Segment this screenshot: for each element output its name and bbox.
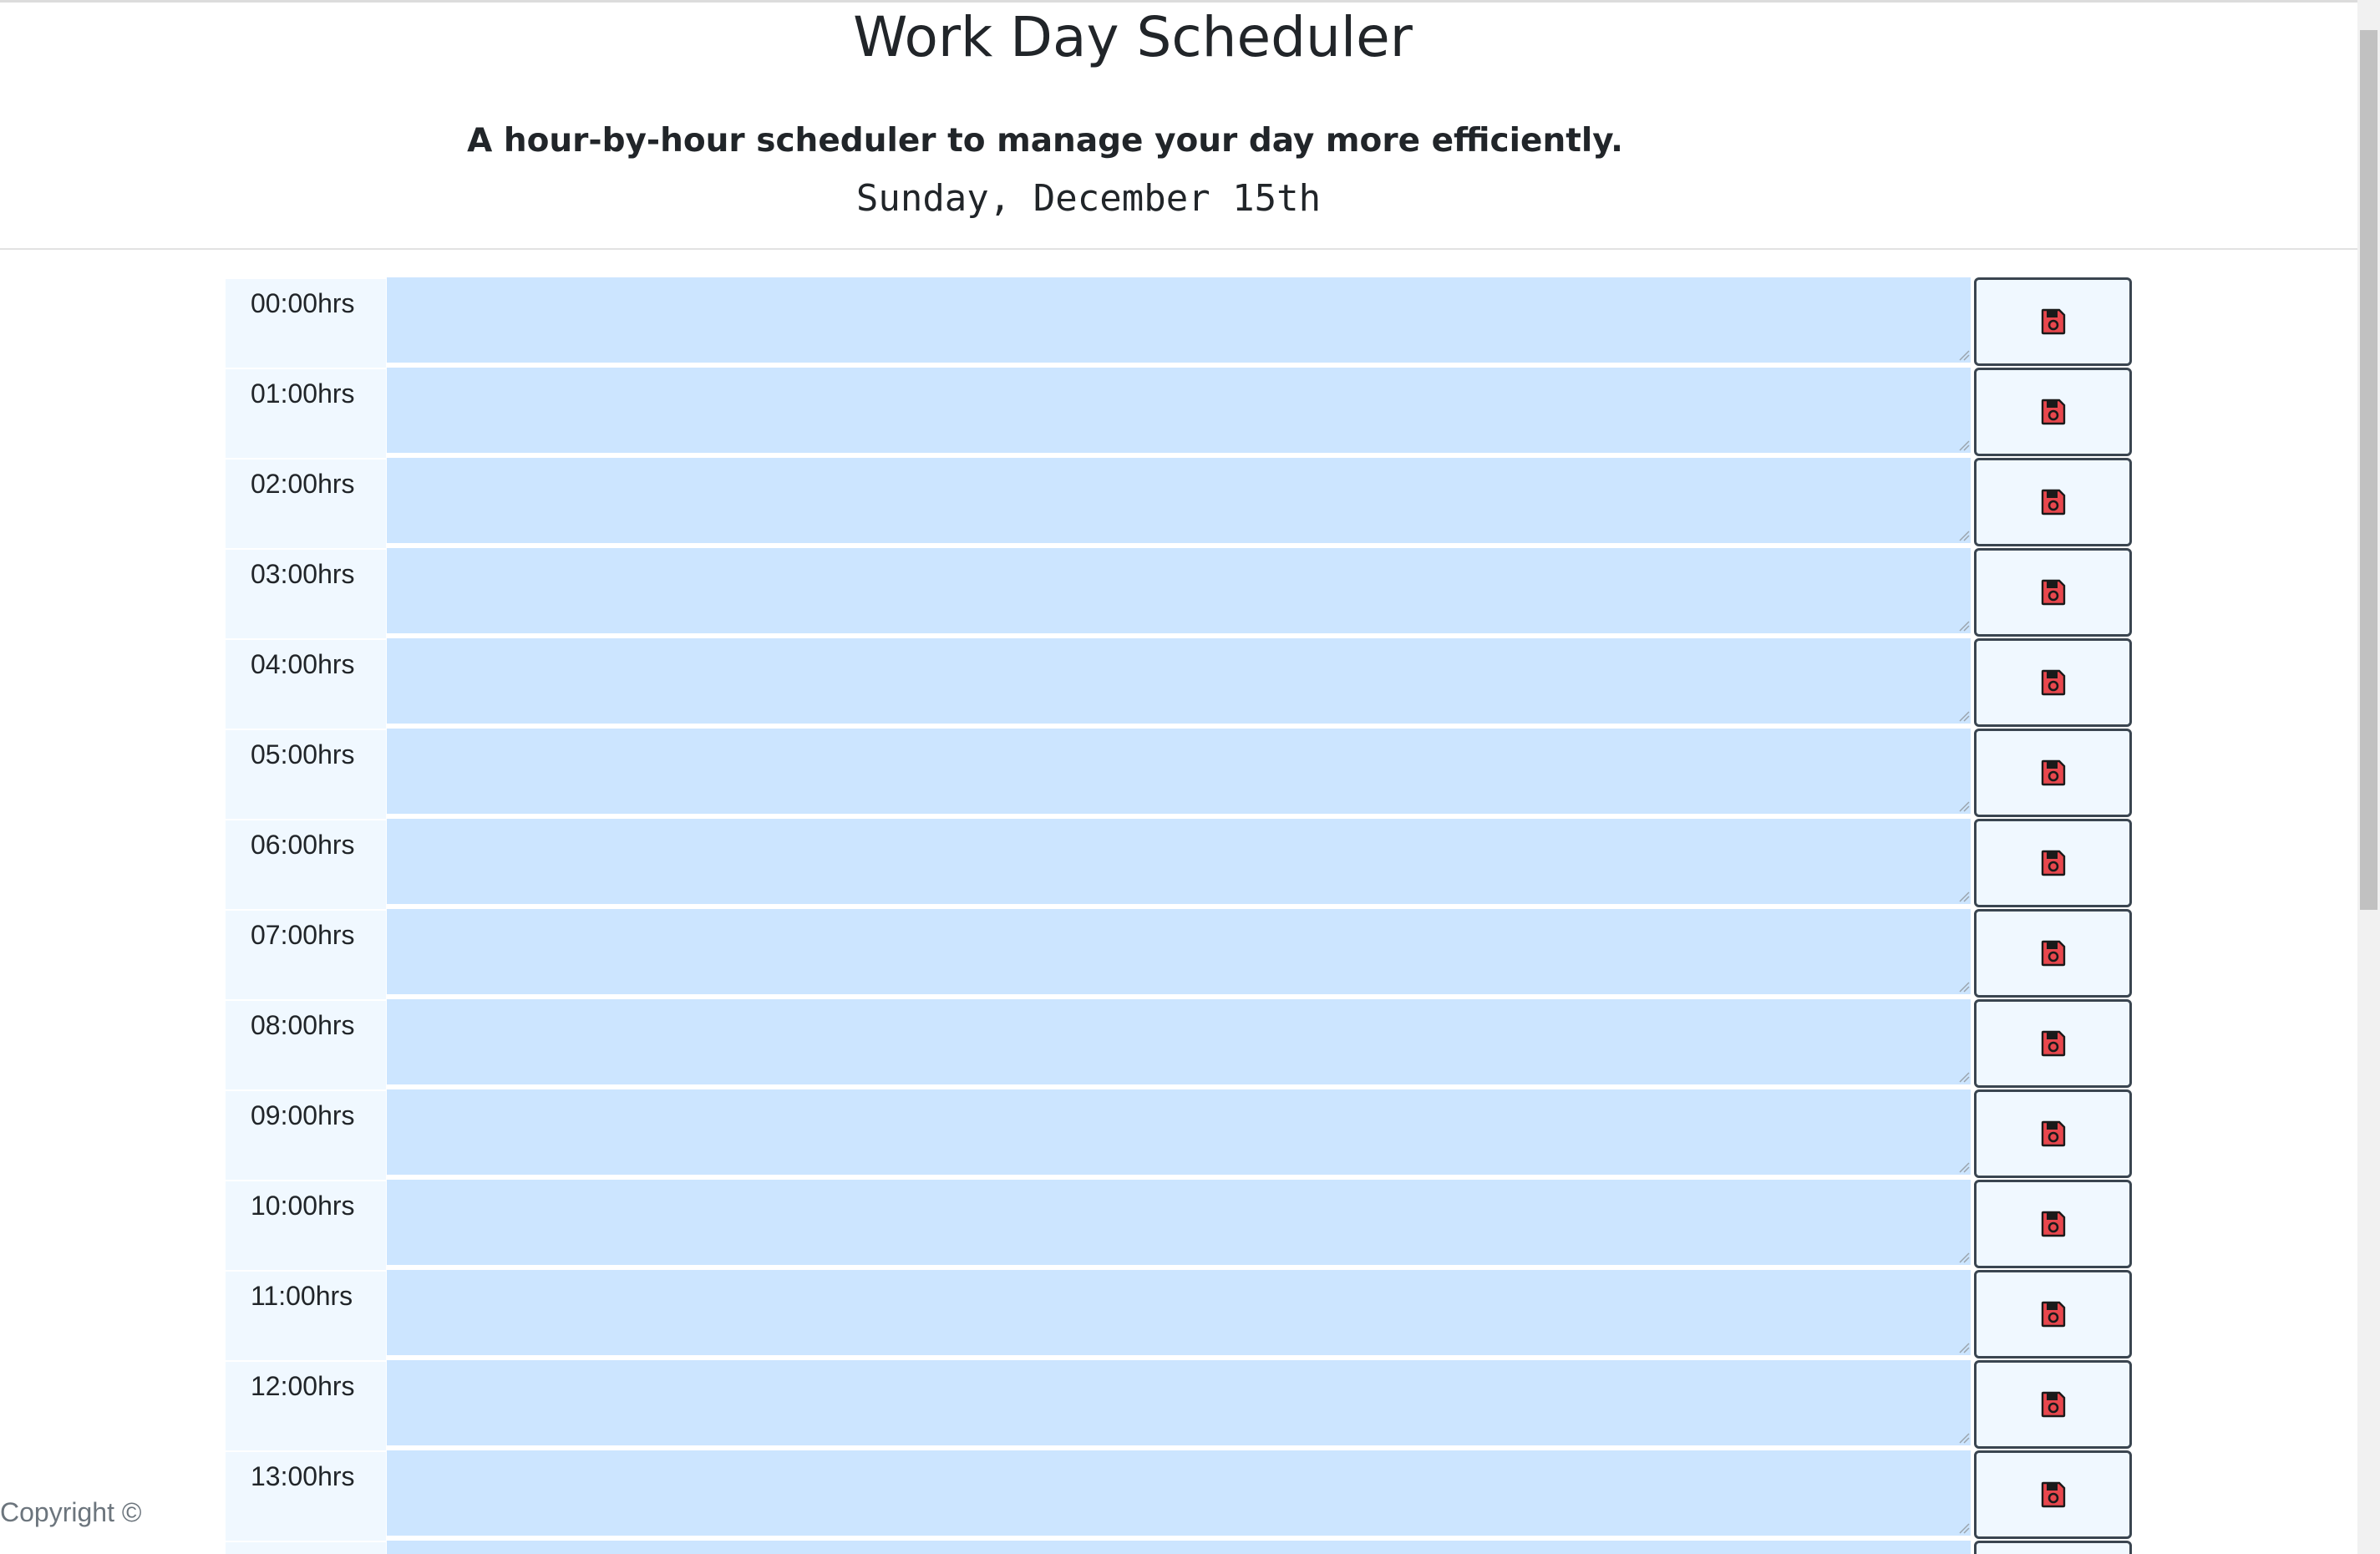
floppy-disk-icon <box>2041 1030 2065 1057</box>
hour-label: 00:00hrs <box>226 277 386 368</box>
time-block-row: 11:00hrs <box>226 1270 2132 1360</box>
page: Work Day Scheduler A hour-by-hour schedu… <box>0 0 2380 1554</box>
resize-grip-icon[interactable] <box>1958 530 1970 541</box>
save-button[interactable] <box>1974 1360 2132 1449</box>
time-block-row: 04:00hrs <box>226 638 2132 729</box>
footer-copyright: Copyright © <box>0 1497 142 1527</box>
time-block-row: 01:00hrs <box>226 368 2132 458</box>
hour-label: 08:00hrs <box>226 999 386 1089</box>
floppy-disk-icon <box>2041 850 2065 876</box>
floppy-disk-icon <box>2041 1391 2065 1418</box>
time-block-row: 10:00hrs <box>226 1180 2132 1270</box>
current-day: Sunday, December 15th <box>855 177 1322 220</box>
resize-grip-icon[interactable] <box>1958 981 1970 993</box>
time-block-row: 12:00hrs <box>226 1360 2132 1450</box>
resize-grip-icon[interactable] <box>1958 1342 1970 1353</box>
floppy-disk-icon <box>2041 1211 2065 1237</box>
floppy-disk-icon <box>2041 940 2065 967</box>
floppy-disk-icon <box>2041 1301 2065 1328</box>
page-subtitle: A hour-by-hour scheduler to manage your … <box>467 122 1623 160</box>
floppy-disk-icon <box>2041 489 2065 515</box>
time-block-row: 00:00hrs <box>226 277 2132 368</box>
floppy-disk-icon <box>2041 1481 2065 1508</box>
time-block-row: 02:00hrs <box>226 458 2132 548</box>
resize-grip-icon[interactable] <box>1958 439 1970 451</box>
header: Work Day Scheduler A hour-by-hour schedu… <box>0 3 2357 250</box>
hour-label: 10:00hrs <box>226 1180 386 1270</box>
hour-label: 02:00hrs <box>226 458 386 548</box>
event-description-input[interactable] <box>387 729 1971 817</box>
event-description-input[interactable] <box>387 999 1971 1088</box>
hour-label: 03:00hrs <box>226 548 386 638</box>
event-description-input[interactable] <box>387 277 1971 366</box>
floppy-disk-icon <box>2041 308 2065 335</box>
time-block-row: 07:00hrs <box>226 909 2132 999</box>
hour-label: 06:00hrs <box>226 819 386 909</box>
hour-label: 12:00hrs <box>226 1360 386 1450</box>
save-button[interactable] <box>1974 1541 2132 1554</box>
hour-label: 01:00hrs <box>226 368 386 458</box>
resize-grip-icon[interactable] <box>1958 710 1970 722</box>
resize-grip-icon[interactable] <box>1958 1161 1970 1173</box>
save-button[interactable] <box>1974 277 2132 366</box>
hour-label: 11:00hrs <box>226 1270 386 1360</box>
event-description-input[interactable] <box>387 909 1971 998</box>
time-block-row: 13:00hrs <box>226 1450 2132 1541</box>
hour-label: 05:00hrs <box>226 729 386 819</box>
save-button[interactable] <box>1974 1089 2132 1178</box>
time-block-row: 14:00hrs <box>226 1541 2132 1554</box>
time-block-row: 03:00hrs <box>226 548 2132 638</box>
event-description-input[interactable] <box>387 368 1971 456</box>
time-block-row: 09:00hrs <box>226 1089 2132 1180</box>
save-button[interactable] <box>1974 458 2132 546</box>
save-button[interactable] <box>1974 548 2132 637</box>
floppy-disk-icon <box>2041 399 2065 425</box>
time-block-row: 06:00hrs <box>226 819 2132 909</box>
floppy-disk-icon <box>2041 669 2065 696</box>
save-button[interactable] <box>1974 909 2132 998</box>
resize-grip-icon[interactable] <box>1958 800 1970 812</box>
resize-grip-icon[interactable] <box>1958 891 1970 902</box>
hour-label: 09:00hrs <box>226 1089 386 1180</box>
save-button[interactable] <box>1974 638 2132 727</box>
event-description-input[interactable] <box>387 458 1971 546</box>
resize-grip-icon[interactable] <box>1958 1432 1970 1444</box>
event-description-input[interactable] <box>387 1089 1971 1178</box>
resize-grip-icon[interactable] <box>1958 349 1970 361</box>
resize-grip-icon[interactable] <box>1958 1522 1970 1534</box>
time-block-row: 05:00hrs <box>226 729 2132 819</box>
event-description-input[interactable] <box>387 819 1971 907</box>
event-description-input[interactable] <box>387 1180 1971 1268</box>
scrollbar-thumb[interactable] <box>2360 30 2377 910</box>
floppy-disk-icon <box>2041 579 2065 606</box>
resize-grip-icon[interactable] <box>1958 1071 1970 1083</box>
time-block-row: 08:00hrs <box>226 999 2132 1089</box>
save-button[interactable] <box>1974 819 2132 907</box>
floppy-disk-icon <box>2041 759 2065 786</box>
event-description-input[interactable] <box>387 548 1971 637</box>
save-button[interactable] <box>1974 1180 2132 1268</box>
save-button[interactable] <box>1974 368 2132 456</box>
page-title: Work Day Scheduler <box>853 5 1413 69</box>
event-description-input[interactable] <box>387 1270 1971 1358</box>
event-description-input[interactable] <box>387 1541 1971 1554</box>
save-button[interactable] <box>1974 999 2132 1088</box>
hour-label: 14:00hrs <box>226 1541 386 1554</box>
resize-grip-icon[interactable] <box>1958 620 1970 632</box>
floppy-disk-icon <box>2041 1120 2065 1147</box>
save-button[interactable] <box>1974 1270 2132 1358</box>
hour-label: 04:00hrs <box>226 638 386 729</box>
save-button[interactable] <box>1974 1450 2132 1539</box>
save-button[interactable] <box>1974 729 2132 817</box>
hour-label: 13:00hrs <box>226 1450 386 1541</box>
event-description-input[interactable] <box>387 1450 1971 1539</box>
event-description-input[interactable] <box>387 638 1971 727</box>
hour-label: 07:00hrs <box>226 909 386 999</box>
event-description-input[interactable] <box>387 1360 1971 1449</box>
resize-grip-icon[interactable] <box>1958 1252 1970 1263</box>
